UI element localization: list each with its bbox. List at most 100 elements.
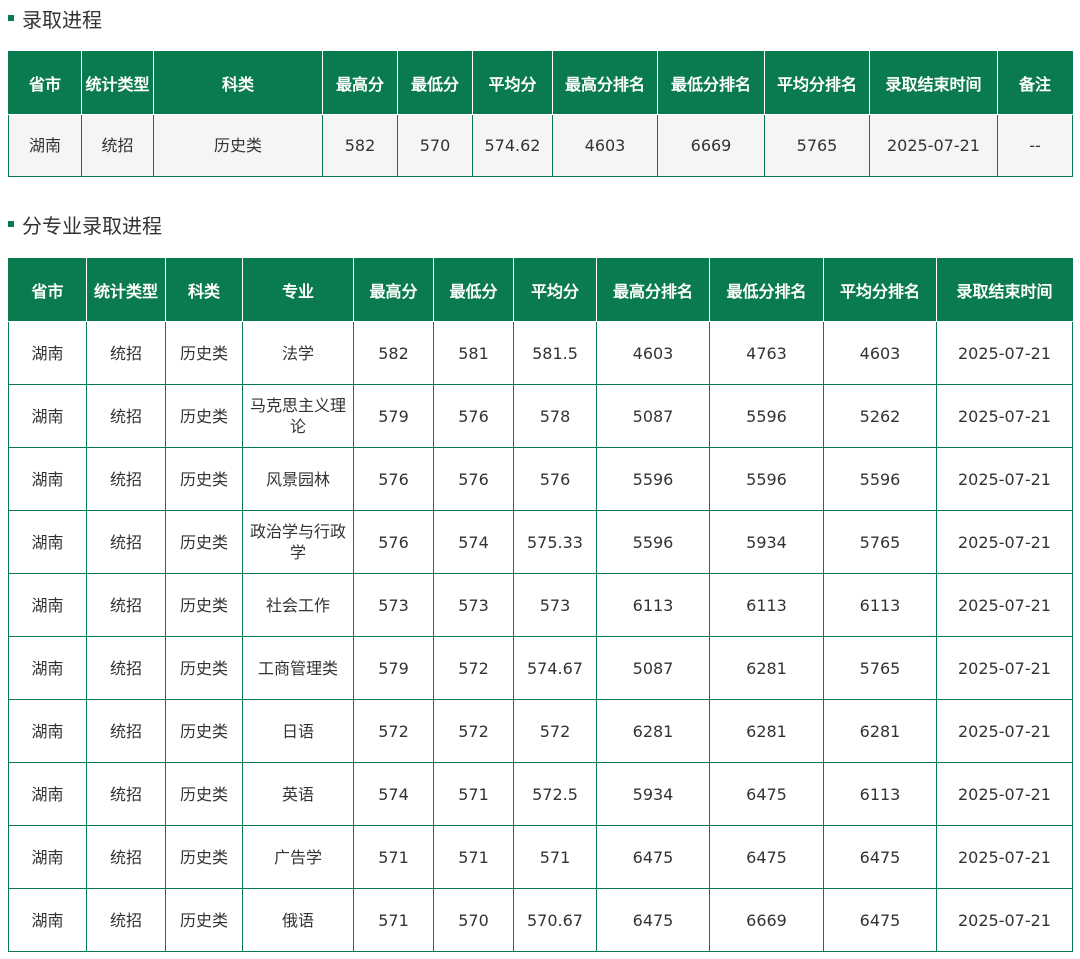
table-cell: 统招	[86, 762, 166, 826]
table-cell: 6475	[823, 825, 937, 889]
table-cell: 6113	[596, 573, 710, 637]
table-cell: 4763	[709, 321, 824, 385]
table-cell: 统招	[81, 114, 154, 177]
table-cell: 历史类	[165, 636, 243, 700]
table-cell: 572.5	[513, 762, 597, 826]
table-cell: 572	[353, 699, 434, 763]
table-cell: 574	[433, 510, 514, 574]
column-header: 平均分排名	[764, 51, 870, 115]
table-cell: 578	[513, 384, 597, 448]
table-cell: 5596	[709, 384, 824, 448]
column-header: 省市	[8, 51, 82, 115]
table-cell: 572	[433, 636, 514, 700]
column-header: 统计类型	[86, 258, 166, 322]
table-cell: 579	[353, 636, 434, 700]
table-cell: 统招	[86, 825, 166, 889]
table-row: 湖南 统招 历史类 风景园林 576 576 576 5596 5596 5596 2025-07-…	[8, 447, 1073, 511]
table-cell: 5765	[823, 510, 937, 574]
table-row: 湖南 统招 历史类 政治学与行政学 576 574 575.33 5596 5934 5765 20…	[8, 510, 1073, 574]
column-header: 最高分排名	[552, 51, 658, 115]
table-row: 湖南 统招 历史类 582 570 574.62 4603 6669 5765 2025-07-2…	[8, 114, 1073, 177]
table-cell: 572	[513, 699, 597, 763]
table-cell: 6475	[823, 888, 937, 952]
table-cell: 6475	[596, 825, 710, 889]
table-cell: 湖南	[8, 762, 87, 826]
table-cell: 历史类	[165, 321, 243, 385]
table-cell: 日语	[242, 699, 354, 763]
table-cell: 湖南	[8, 825, 87, 889]
table-cell: 工商管理类	[242, 636, 354, 700]
table-cell: 2025-07-21	[936, 447, 1073, 511]
table-cell: 2025-07-21	[936, 888, 1073, 952]
table-cell: 5765	[764, 114, 870, 177]
table-cell: 5934	[596, 762, 710, 826]
table-cell: 历史类	[165, 825, 243, 889]
table-cell: 风景园林	[242, 447, 354, 511]
table-cell: 历史类	[165, 573, 243, 637]
table-cell: 5596	[709, 447, 824, 511]
table-cell: 571	[433, 825, 514, 889]
table-cell: 6113	[709, 573, 824, 637]
table-cell: 湖南	[8, 888, 87, 952]
table-cell: 6475	[596, 888, 710, 952]
table-cell: 570.67	[513, 888, 597, 952]
table-cell: 历史类	[165, 447, 243, 511]
table-cell: 5765	[823, 636, 937, 700]
table-cell: 4603	[596, 321, 710, 385]
table-cell: 马克思主义理论	[242, 384, 354, 448]
table-cell: 社会工作	[242, 573, 354, 637]
table-cell: 历史类	[153, 114, 323, 177]
table-cell: 5087	[596, 636, 710, 700]
table-cell: 2025-07-21	[936, 384, 1073, 448]
table-cell: 574	[353, 762, 434, 826]
table-cell: 法学	[242, 321, 354, 385]
table-cell: 582	[322, 114, 398, 177]
column-header: 备注	[997, 51, 1073, 115]
table-cell: 2025-07-21	[936, 825, 1073, 889]
section-title-text: 分专业录取进程	[22, 213, 162, 238]
table-cell: 5596	[596, 447, 710, 511]
table-cell: 571	[433, 762, 514, 826]
table-cell: 2025-07-21	[936, 321, 1073, 385]
column-header: 录取结束时间	[936, 258, 1073, 322]
table-cell: 历史类	[165, 384, 243, 448]
table-cell: 湖南	[8, 384, 87, 448]
table-cell: 576	[353, 447, 434, 511]
table-cell: 统招	[86, 510, 166, 574]
table-cell: 历史类	[165, 888, 243, 952]
table-cell: 571	[353, 888, 434, 952]
table-cell: 湖南	[8, 636, 87, 700]
table-cell: 5087	[596, 384, 710, 448]
table-cell: 5262	[823, 384, 937, 448]
table-cell: 5934	[709, 510, 824, 574]
table-cell: 2025-07-21	[936, 510, 1073, 574]
table-cell: 湖南	[8, 321, 87, 385]
table-row: 湖南 统招 历史类 马克思主义理论 579 576 578 5087 5596 5262 2025-…	[8, 384, 1073, 448]
admission-summary-table: 省市 统计类型 科类 最高分 最低分 平均分 最高分排名 最低分排名 平均分排名 录取结束时间 备注…	[8, 51, 1073, 177]
table-header-row: 省市 统计类型 科类 专业 最高分 最低分 平均分 最高分排名 最低分排名 平均分排名 录取结束时间	[8, 258, 1073, 322]
column-header: 平均分	[472, 51, 553, 115]
column-header: 最低分	[397, 51, 473, 115]
table-cell: 571	[353, 825, 434, 889]
table-cell: 6281	[823, 699, 937, 763]
table-cell: 广告学	[242, 825, 354, 889]
section-marker-icon	[8, 15, 14, 21]
major-admission-table: 省市 统计类型 科类 专业 最高分 最低分 平均分 最高分排名 最低分排名 平均分排名 录取结束时间…	[8, 258, 1073, 952]
table-cell: 574.62	[472, 114, 553, 177]
table-cell: 政治学与行政学	[242, 510, 354, 574]
column-header: 平均分排名	[823, 258, 937, 322]
table-cell: 湖南	[8, 510, 87, 574]
table-cell: 581	[433, 321, 514, 385]
column-header: 最低分	[433, 258, 514, 322]
table-row: 湖南 统招 历史类 工商管理类 579 572 574.67 5087 6281 5765 2025…	[8, 636, 1073, 700]
table-cell: 576	[513, 447, 597, 511]
table-cell: 6475	[709, 762, 824, 826]
table-cell: 573	[433, 573, 514, 637]
table-cell: 英语	[242, 762, 354, 826]
table-cell: 统招	[86, 888, 166, 952]
section-title-text: 录取进程	[22, 7, 102, 32]
table-cell: 湖南	[8, 114, 82, 177]
table-cell: 湖南	[8, 447, 87, 511]
table-cell: 572	[433, 699, 514, 763]
column-header: 统计类型	[81, 51, 154, 115]
